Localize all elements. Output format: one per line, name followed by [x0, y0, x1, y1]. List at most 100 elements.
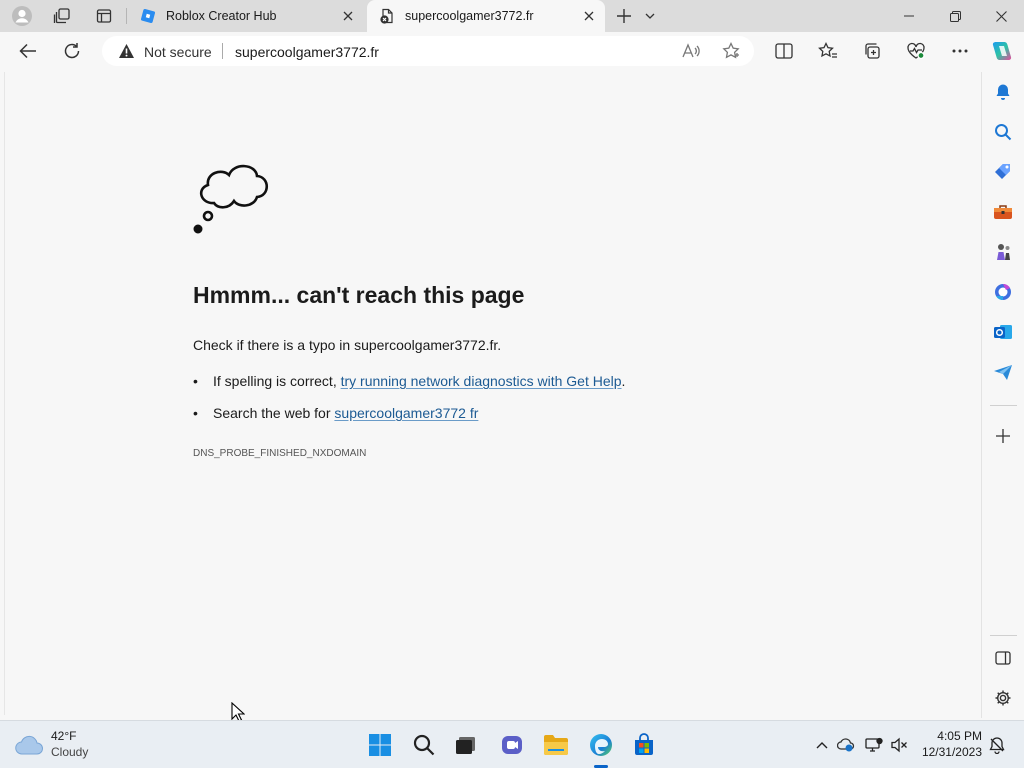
search-icon	[995, 124, 1012, 141]
network-tray-icon[interactable]	[865, 736, 883, 754]
new-tab-button[interactable]	[610, 4, 638, 28]
restore-button[interactable]	[932, 0, 978, 32]
notification-center-button[interactable]	[988, 736, 1006, 754]
network-monitor-icon	[865, 737, 883, 752]
games-button[interactable]	[991, 240, 1015, 264]
close-icon	[995, 10, 1007, 22]
chat-button[interactable]	[498, 731, 526, 759]
show-hidden-icons-button[interactable]	[813, 736, 831, 754]
back-button[interactable]	[14, 37, 42, 65]
minimize-button[interactable]	[886, 0, 932, 32]
sidebar-divider	[990, 405, 1017, 406]
thought-cloud-icon	[193, 164, 269, 234]
error-title: Hmmm... can't reach this page	[193, 282, 525, 308]
plus-icon	[996, 429, 1010, 443]
restore-icon	[949, 10, 961, 22]
file-explorer-button[interactable]	[542, 731, 570, 759]
browser-essentials-button[interactable]	[902, 37, 930, 65]
office-icon	[995, 283, 1011, 301]
paper-plane-icon	[994, 365, 1012, 380]
favorite-star-icon[interactable]	[721, 41, 741, 61]
tab-supercoolgamer3772[interactable]: supercoolgamer3772.fr	[367, 0, 605, 32]
add-sidebar-app-button[interactable]	[991, 424, 1015, 448]
microsoft-365-button[interactable]	[991, 280, 1015, 304]
bullet-text: Search the web for supercoolgamer3772 fr	[213, 405, 478, 421]
folder-icon	[544, 735, 568, 755]
split-screen-icon	[775, 43, 793, 59]
sidebar-panel-icon	[995, 651, 1011, 665]
tab-roblox-creator-hub[interactable]: Roblox Creator Hub	[128, 0, 364, 32]
onedrive-sync-icon	[837, 738, 855, 752]
gear-icon	[995, 690, 1011, 706]
store-button[interactable]	[630, 731, 658, 759]
volume-tray-icon[interactable]	[890, 736, 908, 754]
start-button[interactable]	[366, 731, 394, 759]
minimize-icon	[904, 15, 914, 17]
tab-actions-icon	[96, 9, 112, 23]
chevron-up-icon	[816, 742, 828, 749]
edge-taskbar-button[interactable]	[587, 731, 615, 759]
tab-title: supercoolgamer3772.fr	[405, 9, 534, 23]
chevron-down-icon	[645, 13, 655, 19]
refresh-button[interactable]	[58, 37, 86, 65]
outlook-button[interactable]	[991, 320, 1015, 344]
onedrive-tray-icon[interactable]	[837, 736, 855, 754]
weather-widget[interactable]	[14, 731, 46, 759]
warning-icon[interactable]	[118, 43, 135, 64]
task-view-button[interactable]	[452, 731, 480, 759]
hide-sidebar-button[interactable]	[991, 646, 1015, 670]
roblox-favicon-icon	[140, 8, 156, 24]
send-button[interactable]	[991, 360, 1015, 384]
error-code: DNS_PROBE_FINISHED_NXDOMAIN	[193, 448, 367, 459]
customize-sidebar-button[interactable]	[991, 686, 1015, 710]
shopping-tag-icon	[995, 164, 1010, 179]
address-bar[interactable]: Not secure supercoolgamer3772.fr	[102, 36, 754, 66]
clock-time[interactable]: 4:05 PM	[932, 729, 982, 743]
toolbox-icon	[994, 205, 1012, 219]
weather-condition[interactable]: Cloudy	[51, 745, 88, 759]
plus-icon	[617, 9, 631, 23]
collections-button[interactable]	[858, 37, 886, 65]
windows-logo-icon	[369, 734, 391, 756]
sidebar-divider	[990, 635, 1017, 636]
clock-date[interactable]: 12/31/2023	[918, 745, 982, 759]
bullet: •	[193, 373, 198, 389]
speaker-muted-icon	[891, 737, 907, 753]
close-tab-icon[interactable]	[581, 8, 597, 24]
notification-bell-icon	[989, 737, 1005, 754]
close-window-button[interactable]	[978, 0, 1024, 32]
close-tab-icon[interactable]	[340, 8, 356, 24]
heart-pulse-icon	[907, 42, 925, 60]
bullet-prefix: If spelling is correct,	[213, 373, 341, 389]
tools-button[interactable]	[991, 200, 1015, 224]
bell-icon	[996, 84, 1010, 100]
favorites-icon	[818, 42, 837, 58]
store-bag-icon	[635, 733, 653, 755]
network-diagnostics-link[interactable]: try running network diagnostics with Get…	[341, 373, 622, 389]
tab-list-button[interactable]	[636, 4, 664, 28]
workspaces-button[interactable]	[48, 4, 76, 28]
tab-strip: Roblox Creator Hub supercoolgamer3772.fr	[0, 0, 1024, 32]
shopping-button[interactable]	[991, 160, 1015, 184]
copilot-button[interactable]	[988, 37, 1016, 65]
security-label[interactable]: Not secure	[144, 44, 212, 60]
vertical-tabs-button[interactable]	[90, 4, 118, 28]
settings-menu-button[interactable]	[946, 37, 974, 65]
navigation-toolbar: Not secure supercoolgamer3772.fr	[0, 32, 1024, 70]
split-screen-button[interactable]	[770, 37, 798, 65]
cloud-weather-icon	[15, 735, 43, 755]
chess-piece-icon	[997, 244, 1010, 260]
favorites-button[interactable]	[814, 37, 842, 65]
taskbar-search-button[interactable]	[410, 731, 438, 759]
url-text[interactable]: supercoolgamer3772.fr	[235, 44, 379, 60]
search-button[interactable]	[991, 120, 1015, 144]
edge-sidebar	[981, 72, 1024, 718]
bullet-prefix: Search the web for	[213, 405, 335, 421]
weather-temperature[interactable]: 42°F	[51, 729, 76, 743]
notifications-button[interactable]	[991, 80, 1015, 104]
list-item: • Search the web for supercoolgamer3772 …	[193, 405, 478, 421]
profile-button[interactable]	[8, 4, 36, 28]
bullet-text: If spelling is correct, try running netw…	[213, 373, 625, 389]
search-web-link[interactable]: supercoolgamer3772 fr	[334, 405, 478, 421]
read-aloud-icon[interactable]	[681, 41, 701, 61]
